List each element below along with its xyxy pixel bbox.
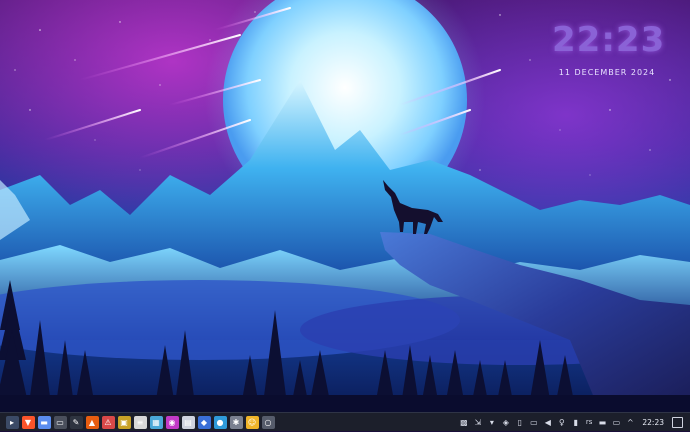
terminal-icon[interactable]: ▭ [53,415,67,429]
monitor-icon[interactable]: ▦ [149,415,163,429]
keyboard-tray-icon[interactable]: ▮ [571,416,581,428]
network-tray-icon[interactable]: ▾ [487,416,497,428]
lightbulb-tray-icon[interactable]: ♀ [557,416,567,428]
screen-tray-icon[interactable]: ▭ [611,416,621,428]
taskbar-launchers: ▸ ▼ ▬ ▭ ✎ ▲ ⚠ ▣ ≡ ▦ ◉ ▤ ◆ ● ✱ ☺ ○ [0,413,276,432]
document-viewer-icon[interactable]: ≡ [133,415,147,429]
desktop-clock-time: 22:23 [552,20,666,60]
desktop-clock-widget: 22:23 11 DECEMBER 2024 [552,20,666,77]
taskbar: ▸ ▼ ▬ ▭ ✎ ▲ ⚠ ▣ ≡ ▦ ◉ ▤ ◆ ● ✱ ☺ ○ ▩ ⇲ ▾ ◈ ▯ ▭ ◀ ♀ ▮ rs ▬ ▭ ^ 22:23 [0,412,690,431]
emoji-app-icon[interactable]: ☺ [245,415,259,429]
tray-icons-group: ▩ ⇲ ▾ ◈ ▯ ▭ ◀ ♀ ▮ [457,416,583,428]
files-icon[interactable]: ▬ [37,415,51,429]
desktop: 22:23 11 DECEMBER 2024 [0,0,690,412]
show-desktop-button[interactable] [672,416,683,428]
system-tray: ▩ ⇲ ▾ ◈ ▯ ▭ ◀ ♀ ▮ rs ▬ ▭ ^ 22:23 [457,413,690,432]
taskbar-clock[interactable]: 22:23 [642,418,664,427]
image-viewer-icon[interactable]: ▣ [117,415,131,429]
warning-app-icon[interactable]: ⚠ [101,415,115,429]
shield-app-icon[interactable]: ◆ [197,415,211,429]
volume-tray-icon[interactable]: ◀ [543,416,553,428]
shield-tray-icon[interactable]: ◈ [501,416,511,428]
clipboard-tray-icon[interactable]: ▯ [515,416,525,428]
pointer-tray-icon[interactable]: ⇲ [473,416,483,428]
brave-browser-icon[interactable]: ▼ [21,415,35,429]
camera-app-icon[interactable]: ◉ [165,415,179,429]
qr-tray-icon[interactable]: ▩ [459,416,469,428]
editor-icon[interactable]: ✎ [69,415,83,429]
keyboard-layout-indicator[interactable]: rs [586,418,593,426]
extra-app-icon[interactable]: ○ [261,415,275,429]
expand-tray-icon[interactable]: ^ [625,416,635,428]
display-tray-icon[interactable]: ▭ [529,416,539,428]
desktop-clock-date: 11 DECEMBER 2024 [558,68,656,77]
settings-app-icon[interactable]: ✱ [229,415,243,429]
vlc-icon[interactable]: ▲ [85,415,99,429]
notes-app-icon[interactable]: ▤ [181,415,195,429]
app-menu-icon[interactable]: ▸ [5,415,19,429]
battery-tray-icon[interactable]: ▬ [597,416,607,428]
tray-icons-group-2: ▬ ▭ ^ [595,416,637,428]
chat-app-icon[interactable]: ● [213,415,227,429]
